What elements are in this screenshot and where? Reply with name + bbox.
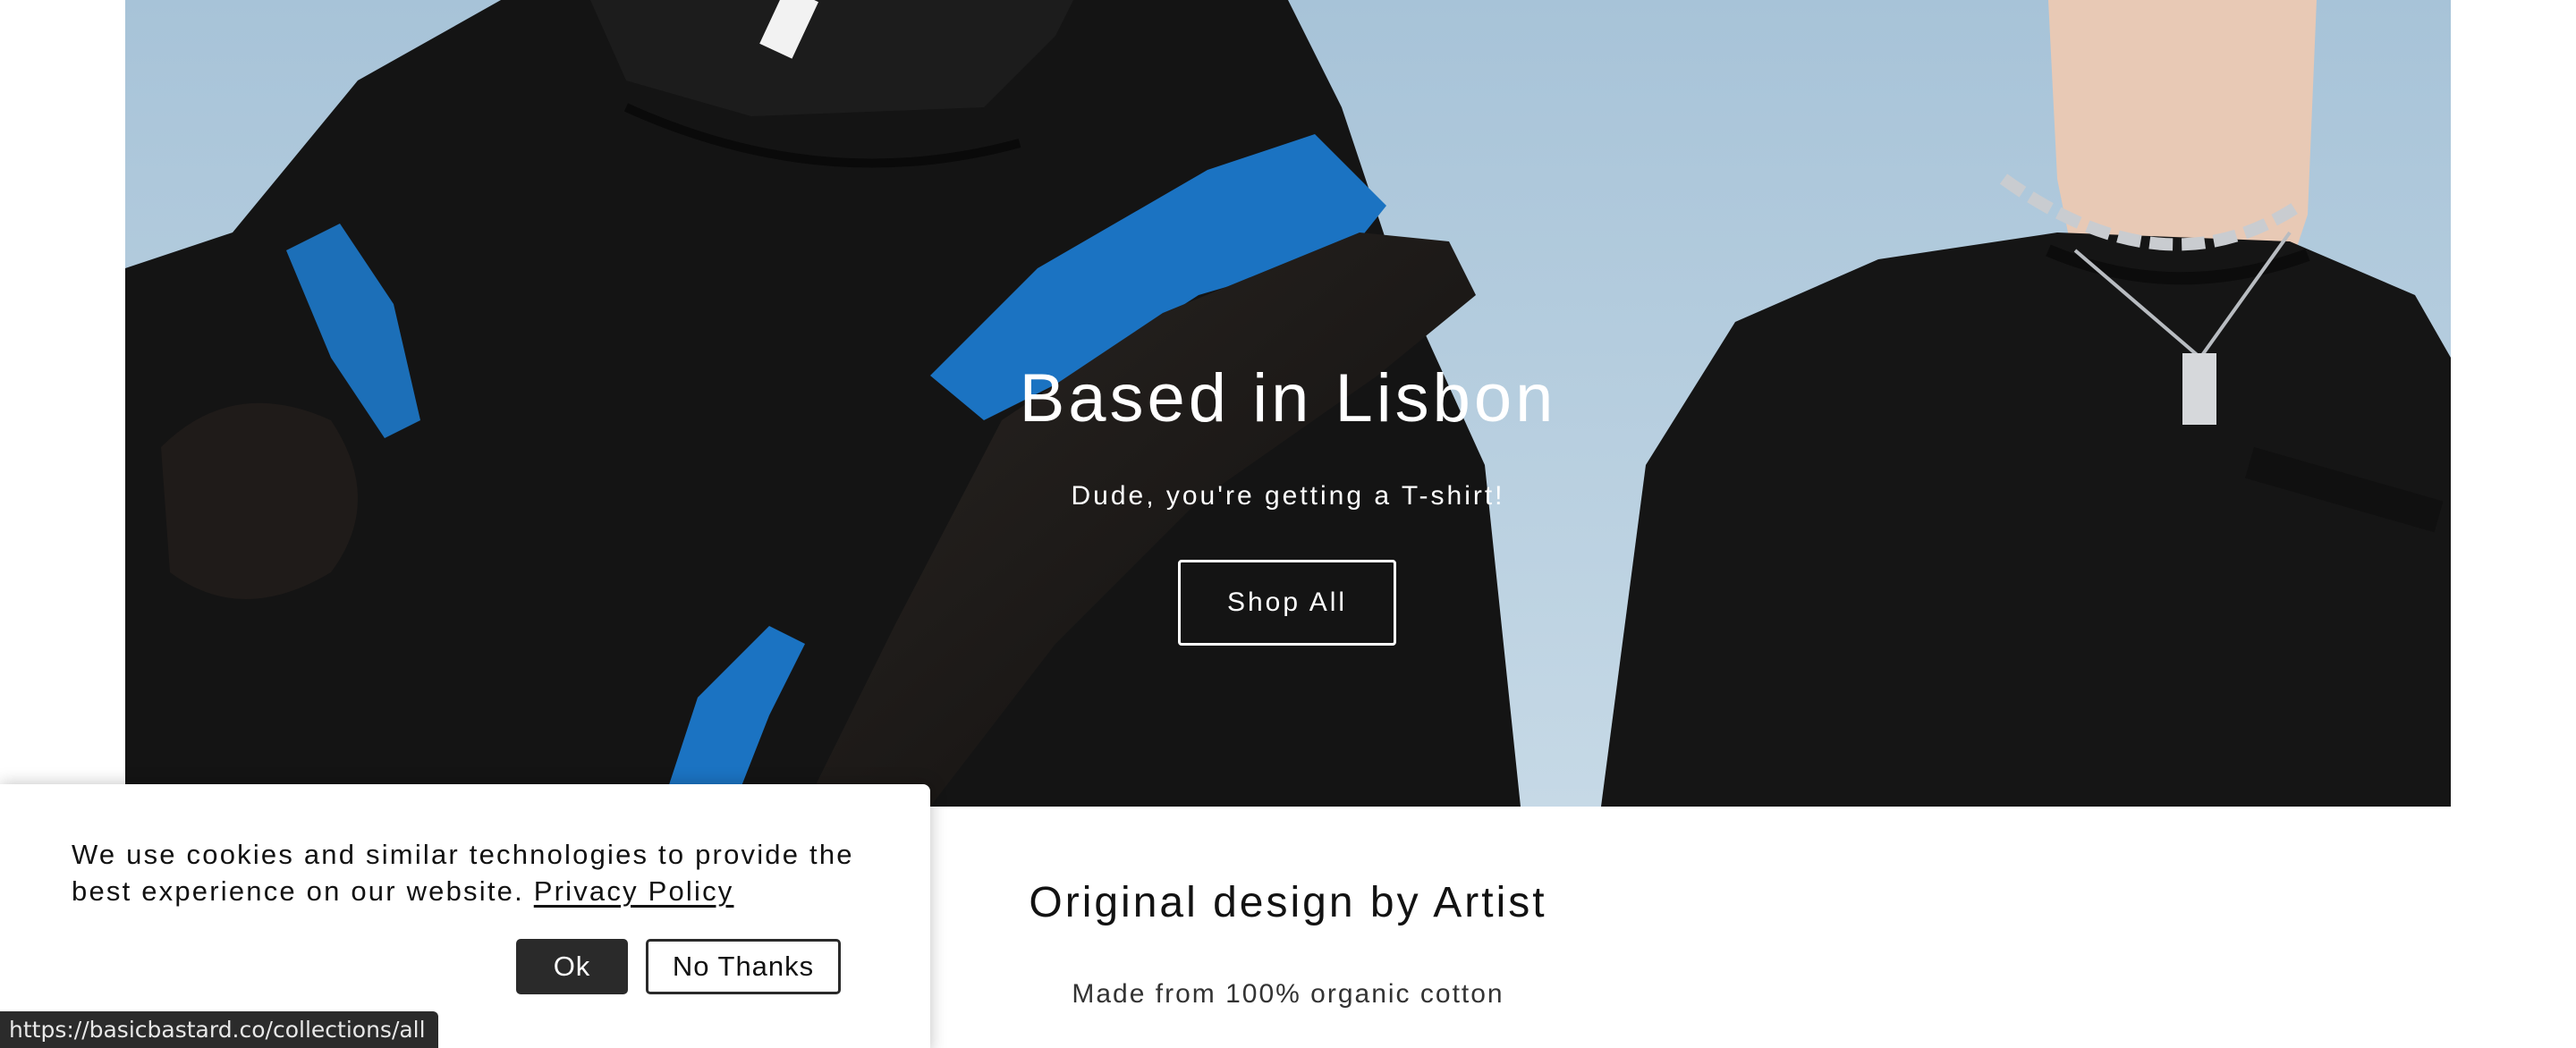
hero-content: Based in Lisbon Dude, you're getting a T… (125, 0, 2451, 807)
page: Based in Lisbon Dude, you're getting a T… (0, 0, 2576, 1048)
cookie-ok-button[interactable]: Ok (516, 939, 628, 994)
status-bar-url: https://basicbastard.co/collections/all (0, 1011, 438, 1048)
section-title: Original design by Artist (1029, 879, 1547, 926)
privacy-policy-link[interactable]: Privacy Policy (534, 875, 734, 907)
hero-title: Based in Lisbon (1019, 360, 1557, 436)
cookie-message: We use cookies and similar technologies … (72, 836, 859, 909)
cookie-message-text: We use cookies and similar technologies … (72, 839, 854, 907)
shop-all-button[interactable]: Shop All (1178, 560, 1396, 646)
cookie-banner: We use cookies and similar technologies … (0, 784, 930, 1048)
hero-subtitle: Dude, you're getting a T-shirt! (1071, 481, 1505, 511)
cookie-no-thanks-button[interactable]: No Thanks (646, 939, 841, 994)
hero-banner: Based in Lisbon Dude, you're getting a T… (125, 0, 2451, 807)
section-text: Made from 100% organic cotton (1072, 979, 1504, 1009)
